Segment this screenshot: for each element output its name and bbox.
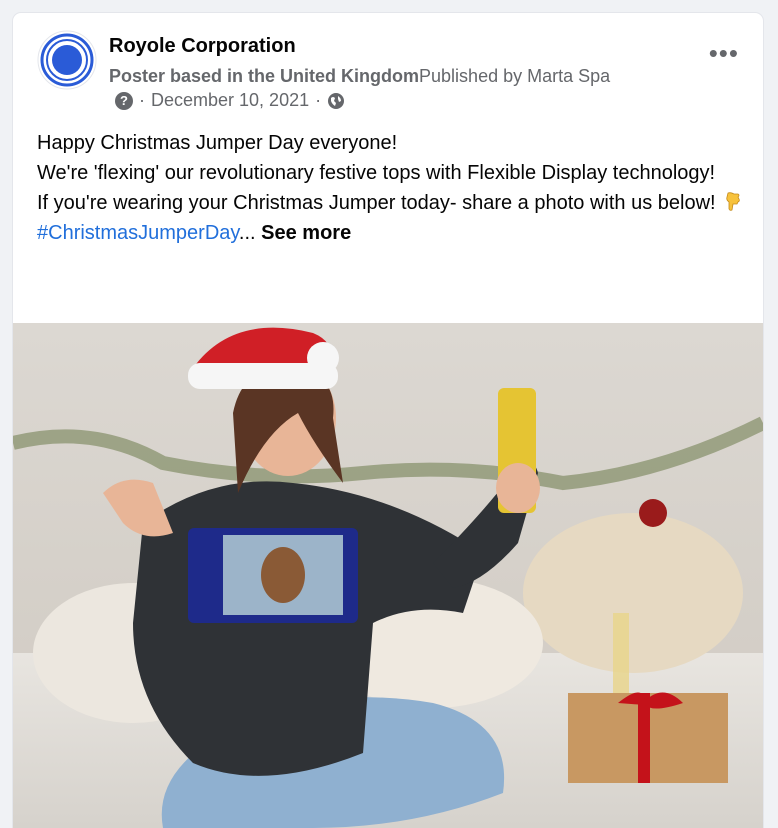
post-line: We're 'flexing' our revolutionary festiv… bbox=[37, 162, 716, 184]
post-date[interactable]: December 10, 2021 bbox=[151, 90, 309, 111]
post-attribution: Poster based in the United KingdomPublis… bbox=[109, 66, 610, 87]
post-line: Happy Christmas Jumper Day everyone! bbox=[37, 132, 398, 154]
more-options-button[interactable]: ••• bbox=[709, 40, 739, 66]
post-line: #ChristmasJumperDay... See more bbox=[37, 218, 747, 248]
post-card: Royole Corporation Poster based in the U… bbox=[13, 13, 763, 828]
globe-icon[interactable] bbox=[327, 92, 345, 110]
see-more-button[interactable]: See more bbox=[261, 222, 351, 244]
author-name[interactable]: Royole Corporation bbox=[109, 35, 296, 58]
poster-label: Poster based in the United Kingdom bbox=[109, 66, 420, 86]
ellipsis: ... bbox=[238, 222, 256, 244]
post-photo[interactable] bbox=[13, 323, 763, 828]
published-by[interactable]: Published by Marta Spa bbox=[419, 66, 610, 86]
post-line: If you're wearing your Christmas Jumper … bbox=[37, 188, 747, 218]
pointing-down-emoji-icon bbox=[725, 192, 740, 211]
question-icon[interactable]: ? bbox=[115, 91, 133, 110]
page-avatar[interactable] bbox=[37, 30, 97, 90]
hashtag-link[interactable]: #ChristmasJumperDay bbox=[37, 222, 239, 244]
post-meta: ? · December 10, 2021 · bbox=[115, 90, 345, 111]
separator: · bbox=[139, 90, 145, 110]
separator: · bbox=[315, 90, 322, 110]
post-text: Happy Christmas Jumper Day everyone! We'… bbox=[37, 128, 747, 248]
